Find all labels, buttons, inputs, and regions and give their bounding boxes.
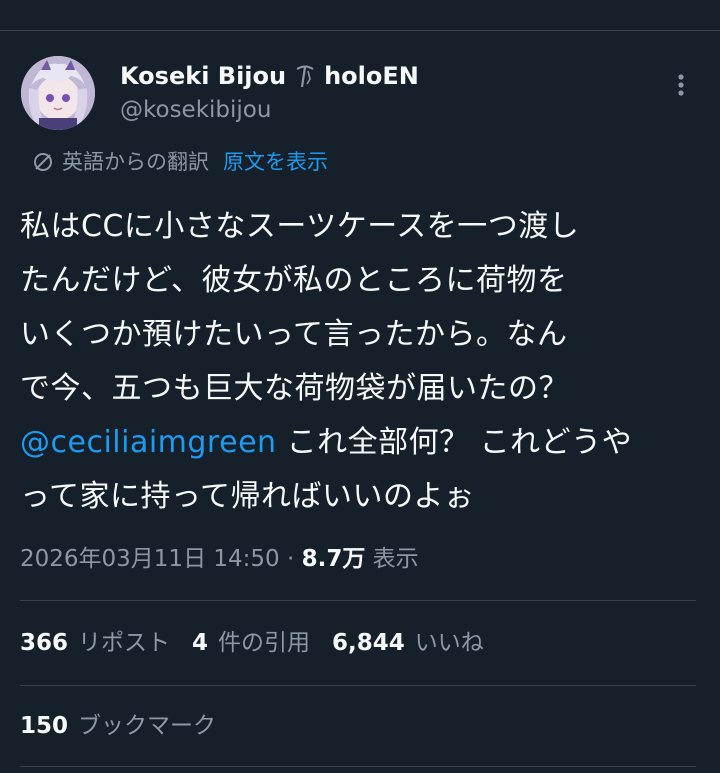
tweet-meta: 2026年03月11日 14:50 · 8.7万 表示	[20, 542, 419, 576]
pickaxe-icon	[292, 63, 318, 89]
translation-label: 英語からの翻訳	[62, 150, 209, 174]
author-handle[interactable]: @kosekibijou	[120, 95, 271, 125]
engagement-stats: 366 リポスト 4 件の引用 6,844 いいね	[20, 626, 484, 660]
tweet-line-6: って家に持って帰ればいいのよぉ	[20, 479, 475, 514]
likes-label: いいね	[414, 630, 484, 656]
translate-icon	[32, 151, 54, 173]
tweet-line-5-rest: これ全部何？ これどうや	[276, 425, 633, 460]
tweet-detail-page: Koseki Bijou holoEN @kosekibijou 英語からの翻訳…	[0, 0, 720, 773]
translation-notice: 英語からの翻訳 原文を表示	[32, 147, 328, 177]
tweet-line-3: いくつか預けたいって言ったから。なん	[20, 317, 568, 352]
likes-stat[interactable]: 6,844 いいね	[332, 626, 484, 660]
show-original-link[interactable]: 原文を表示	[223, 147, 328, 177]
quotes-label: 件の引用	[218, 630, 311, 656]
reposts-label: リポスト	[78, 630, 171, 656]
tweet-line-1: 私はCCに小さなスーツケースを一つ渡し	[20, 209, 580, 244]
display-name-text: Koseki Bijou	[120, 62, 287, 90]
quotes-count: 4	[192, 630, 209, 656]
divider	[20, 600, 696, 601]
likes-count: 6,844	[332, 630, 405, 656]
avatar[interactable]	[21, 56, 95, 130]
bookmarks-count: 150	[20, 713, 69, 739]
tweet-line-5: @ceciliaimgreen これ全部何？ これどうや	[20, 416, 700, 470]
tweet-timestamp[interactable]: 2026年03月11日 14:50	[20, 546, 280, 572]
display-name[interactable]: Koseki Bijou holoEN	[120, 60, 419, 92]
tweet-line-2: たんだけど、彼女が私のところに荷物を	[20, 263, 568, 298]
reposts-count: 366	[20, 630, 69, 656]
mention-link[interactable]: @ceciliaimgreen	[20, 425, 277, 460]
bookmarks-stat[interactable]: 150 ブックマーク	[20, 709, 216, 743]
divider	[20, 766, 696, 767]
tweet-text: 私はCCに小さなスーツケースを一つ渡し たんだけど、彼女が私のところに荷物を い…	[20, 200, 700, 524]
avatar-image	[21, 56, 95, 130]
reposts-stat[interactable]: 366 リポスト	[20, 626, 170, 660]
views-label: 表示	[365, 546, 419, 572]
meta-separator: ·	[279, 546, 302, 572]
bookmarks-label: ブックマーク	[78, 713, 217, 739]
views-count: 8.7万	[301, 546, 366, 572]
more-options-icon[interactable]	[666, 70, 696, 100]
display-name-suffix: holoEN	[324, 62, 419, 90]
tweet-line-4: で今、五つも巨大な荷物袋が届いたの？	[20, 371, 569, 406]
divider	[20, 685, 696, 686]
top-divider	[0, 30, 720, 31]
quotes-stat[interactable]: 4 件の引用	[192, 626, 310, 660]
